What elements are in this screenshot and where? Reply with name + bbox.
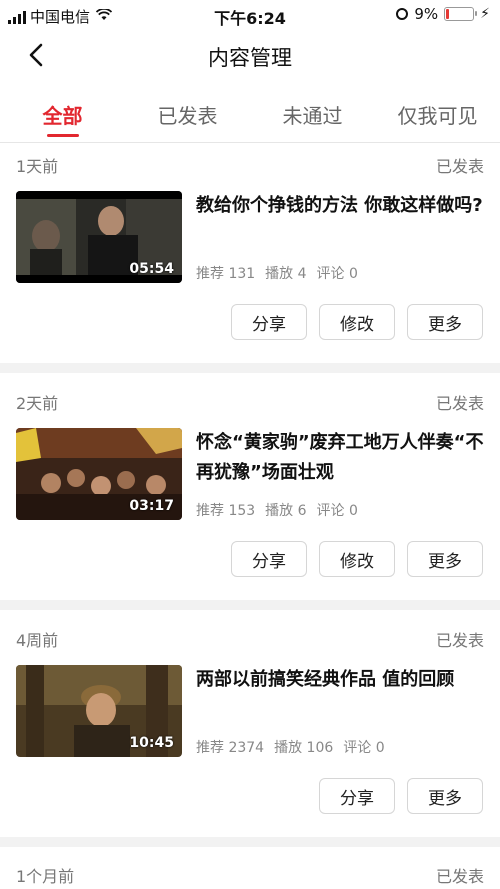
- video-duration: 10:45: [129, 735, 174, 751]
- comment-count: 评论 0: [343, 740, 385, 756]
- item-title[interactable]: 教给你个挣钱的方法 你敢这样做吗?: [196, 191, 486, 221]
- charging-icon: ⚡: [480, 6, 490, 22]
- separator: [0, 837, 500, 847]
- more-button[interactable]: 更多: [407, 304, 483, 340]
- edit-button[interactable]: 修改: [319, 541, 395, 577]
- tab-rejected[interactable]: 未通过: [250, 92, 375, 142]
- status-right: 9% ⚡: [396, 5, 490, 23]
- battery-icon: [444, 7, 478, 21]
- publish-time: 1天前: [16, 157, 59, 176]
- item-stats: 推荐 131 播放 4 评论 0: [196, 263, 358, 283]
- publish-time: 4周前: [16, 631, 59, 650]
- play-count: 播放 6: [265, 503, 307, 519]
- video-thumbnail[interactable]: 05:54: [16, 191, 182, 283]
- status-badge: 已发表: [435, 157, 484, 176]
- item-title[interactable]: 怀念“黄家驹”废弃工地万人伴奏“不再犹豫”场面壮观: [196, 428, 486, 488]
- play-count: 播放 106: [274, 740, 334, 756]
- battery-percent: 9%: [414, 5, 439, 23]
- tab-label: 仅我可见: [397, 104, 478, 128]
- tab-active-indicator: [46, 134, 79, 137]
- publish-time: 1个月前: [16, 867, 75, 886]
- tab-bar: 全部 已发表 未通过 仅我可见: [0, 92, 500, 142]
- tab-all[interactable]: 全部: [0, 92, 125, 142]
- recommend-count: 推荐 153: [196, 503, 256, 519]
- video-thumbnail[interactable]: 10:45: [16, 665, 182, 757]
- status-bar: 中国电信 下午6:24 9% ⚡: [0, 0, 500, 30]
- item-meta: 2天前 已发表: [16, 390, 484, 414]
- more-button[interactable]: 更多: [407, 541, 483, 577]
- tab-label: 未通过: [282, 104, 343, 128]
- recommend-count: 推荐 2374: [196, 740, 265, 756]
- item-meta: 4周前 已发表: [16, 627, 484, 651]
- navigation-bar: 内容管理: [0, 30, 500, 82]
- more-button[interactable]: 更多: [407, 778, 483, 814]
- play-count: 播放 4: [265, 266, 307, 282]
- tab-label: 已发表: [157, 104, 218, 128]
- rotation-lock-icon: [396, 8, 409, 20]
- content-item[interactable]: 1个月前 已发表: [0, 847, 500, 889]
- status-badge: 已发表: [435, 631, 484, 650]
- comment-count: 评论 0: [316, 503, 358, 519]
- content-item[interactable]: 1天前 已发表 05:54 教给你个挣钱的方法 你敢这样做吗? 推荐 131 播…: [0, 143, 500, 363]
- tab-private[interactable]: 仅我可见: [375, 92, 500, 142]
- separator: [0, 600, 500, 610]
- status-badge: 已发表: [435, 867, 484, 886]
- item-stats: 推荐 2374 播放 106 评论 0: [196, 737, 385, 757]
- back-icon[interactable]: [22, 40, 52, 70]
- publish-time: 2天前: [16, 394, 59, 413]
- content-item[interactable]: 2天前 已发表 03:17 怀念“黄家驹”废弃工地万人伴奏“不再犹豫”场面壮观 …: [0, 373, 500, 600]
- tab-label: 全部: [42, 104, 83, 128]
- separator: [0, 363, 500, 373]
- item-title[interactable]: 两部以前搞笑经典作品 值的回顾: [196, 665, 486, 695]
- share-button[interactable]: 分享: [231, 541, 307, 577]
- item-meta: 1个月前 已发表: [16, 863, 484, 887]
- item-meta: 1天前 已发表: [16, 153, 484, 177]
- edit-button[interactable]: 修改: [319, 304, 395, 340]
- video-thumbnail[interactable]: 03:17: [16, 428, 182, 520]
- video-duration: 03:17: [129, 498, 174, 514]
- video-duration: 05:54: [129, 261, 174, 277]
- page-title: 内容管理: [208, 46, 292, 70]
- share-button[interactable]: 分享: [231, 304, 307, 340]
- recommend-count: 推荐 131: [196, 266, 256, 282]
- share-button[interactable]: 分享: [319, 778, 395, 814]
- tab-published[interactable]: 已发表: [125, 92, 250, 142]
- status-badge: 已发表: [435, 394, 484, 413]
- content-item[interactable]: 4周前 已发表 10:45 两部以前搞笑经典作品 值的回顾 推荐 2374 播放…: [0, 610, 500, 837]
- item-stats: 推荐 153 播放 6 评论 0: [196, 500, 358, 520]
- comment-count: 评论 0: [316, 266, 358, 282]
